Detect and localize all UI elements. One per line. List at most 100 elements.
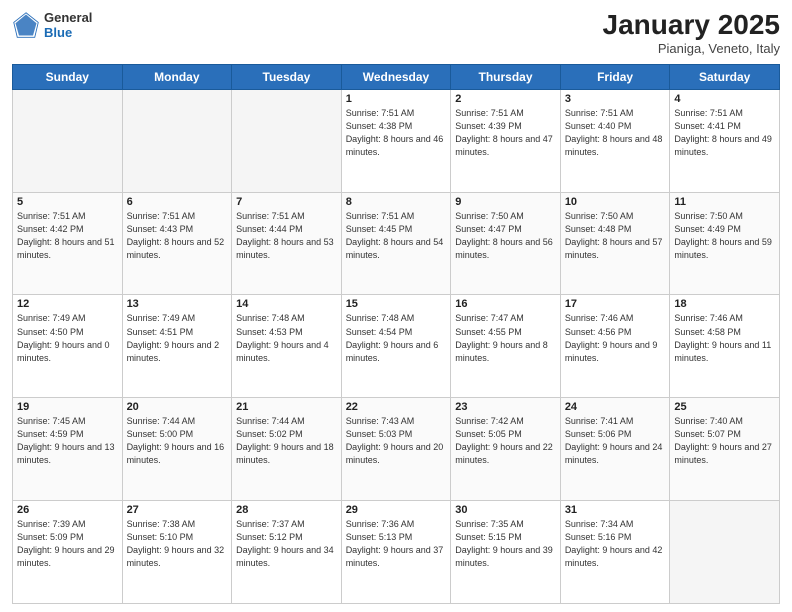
days-row: Sunday Monday Tuesday Wednesday Thursday… [13,64,780,89]
day-number: 19 [17,401,118,413]
calendar-cell: 13Sunrise: 7:49 AM Sunset: 4:51 PM Dayli… [122,295,232,398]
calendar-cell: 22 Sunrise: 7:43 AM Sunset: 5:03 PM Dayli… [341,398,451,501]
logo-general-text: General [44,10,92,25]
calendar-cell: 30 Sunrise: 7:35 AM Sunset: 5:15 PM Dayli… [451,501,561,604]
calendar-cell: 1 Sunrise: 7:51 AM Sunset: 4:38 PM Daylig… [341,89,451,192]
day-info: Sunrise: 7:42 AM Sunset: 5:05 PM Dayligh… [455,415,556,467]
day-number: 31 [565,504,666,516]
day-number: 23 [455,401,556,413]
day-number: 5 [17,196,118,208]
calendar-table: Sunday Monday Tuesday Wednesday Thursday… [12,64,780,604]
calendar-cell: 24 Sunrise: 7:41 AM Sunset: 5:06 PM Dayli… [560,398,670,501]
col-friday: Friday [560,64,670,89]
day-number: 30 [455,504,556,516]
col-wednesday: Wednesday [341,64,451,89]
day-info: Sunrise: 7:51 AM Sunset: 4:44 PM Dayligh… [236,210,337,262]
calendar-cell: 15Sunrise: 7:48 AM Sunset: 4:54 PM Dayli… [341,295,451,398]
day-number: 3 [565,93,666,105]
logo-blue-text: Blue [44,25,92,40]
day-number: 13 [127,298,228,310]
month-title: January 2025 [603,10,780,41]
calendar-cell: 25 Sunrise: 7:40 AM Sunset: 5:07 PM Dayli… [670,398,780,501]
day-info: Sunrise: 7:46 AM Sunset: 4:56 PM Dayligh… [565,312,666,364]
day-info: Sunrise: 7:51 AM Sunset: 4:42 PM Dayligh… [17,210,118,262]
day-info: Sunrise: 7:46 AM Sunset: 4:58 PM Dayligh… [674,312,775,364]
day-info: Sunrise: 7:40 AM Sunset: 5:07 PM Dayligh… [674,415,775,467]
calendar-cell: 29 Sunrise: 7:36 AM Sunset: 5:13 PM Dayli… [341,501,451,604]
calendar-cell: 2Sunrise: 7:51 AM Sunset: 4:39 PM Daylig… [451,89,561,192]
calendar-week-2: 5 Sunrise: 7:51 AM Sunset: 4:42 PM Daylig… [13,192,780,295]
day-number: 12 [17,298,118,310]
day-info: Sunrise: 7:44 AM Sunset: 5:02 PM Dayligh… [236,415,337,467]
calendar-cell: 17 Sunrise: 7:46 AM Sunset: 4:56 PM Dayli… [560,295,670,398]
day-number: 1 [346,93,447,105]
calendar-cell: 8Sunrise: 7:51 AM Sunset: 4:45 PM Daylig… [341,192,451,295]
calendar-cell [122,89,232,192]
day-info: Sunrise: 7:36 AM Sunset: 5:13 PM Dayligh… [346,518,447,570]
calendar-cell: 31Sunrise: 7:34 AM Sunset: 5:16 PM Dayli… [560,501,670,604]
day-number: 2 [455,93,556,105]
col-sunday: Sunday [13,64,123,89]
day-number: 15 [346,298,447,310]
day-info: Sunrise: 7:44 AM Sunset: 5:00 PM Dayligh… [127,415,228,467]
calendar-cell: 11 Sunrise: 7:50 AM Sunset: 4:49 PM Dayli… [670,192,780,295]
day-info: Sunrise: 7:51 AM Sunset: 4:38 PM Dayligh… [346,107,447,159]
day-number: 7 [236,196,337,208]
calendar-cell: 7 Sunrise: 7:51 AM Sunset: 4:44 PM Daylig… [232,192,342,295]
day-number: 4 [674,93,775,105]
calendar-cell: 21Sunrise: 7:44 AM Sunset: 5:02 PM Dayli… [232,398,342,501]
day-info: Sunrise: 7:35 AM Sunset: 5:15 PM Dayligh… [455,518,556,570]
logo-icon [12,11,40,39]
location-subtitle: Pianiga, Veneto, Italy [603,41,780,56]
day-info: Sunrise: 7:50 AM Sunset: 4:48 PM Dayligh… [565,210,666,262]
col-thursday: Thursday [451,64,561,89]
day-info: Sunrise: 7:50 AM Sunset: 4:49 PM Dayligh… [674,210,775,262]
calendar-week-5: 26 Sunrise: 7:39 AM Sunset: 5:09 PM Dayli… [13,501,780,604]
calendar-cell: 23 Sunrise: 7:42 AM Sunset: 5:05 PM Dayli… [451,398,561,501]
day-info: Sunrise: 7:51 AM Sunset: 4:40 PM Dayligh… [565,107,666,159]
calendar-cell: 20Sunrise: 7:44 AM Sunset: 5:00 PM Dayli… [122,398,232,501]
col-monday: Monday [122,64,232,89]
calendar-cell: 4Sunrise: 7:51 AM Sunset: 4:41 PM Daylig… [670,89,780,192]
day-number: 11 [674,196,775,208]
day-number: 16 [455,298,556,310]
col-tuesday: Tuesday [232,64,342,89]
day-info: Sunrise: 7:37 AM Sunset: 5:12 PM Dayligh… [236,518,337,570]
page-container: General Blue January 2025 Pianiga, Venet… [0,0,792,612]
calendar-cell [13,89,123,192]
calendar-cell: 28 Sunrise: 7:37 AM Sunset: 5:12 PM Dayli… [232,501,342,604]
calendar-cell: 10Sunrise: 7:50 AM Sunset: 4:48 PM Dayli… [560,192,670,295]
day-number: 25 [674,401,775,413]
day-info: Sunrise: 7:50 AM Sunset: 4:47 PM Dayligh… [455,210,556,262]
day-number: 28 [236,504,337,516]
calendar-cell: 5 Sunrise: 7:51 AM Sunset: 4:42 PM Daylig… [13,192,123,295]
day-number: 9 [455,196,556,208]
calendar-cell: 18 Sunrise: 7:46 AM Sunset: 4:58 PM Dayli… [670,295,780,398]
calendar-cell [232,89,342,192]
day-info: Sunrise: 7:48 AM Sunset: 4:53 PM Dayligh… [236,312,337,364]
day-number: 18 [674,298,775,310]
day-number: 17 [565,298,666,310]
day-info: Sunrise: 7:41 AM Sunset: 5:06 PM Dayligh… [565,415,666,467]
calendar-week-3: 12 Sunrise: 7:49 AM Sunset: 4:50 PM Dayli… [13,295,780,398]
calendar-cell: 26 Sunrise: 7:39 AM Sunset: 5:09 PM Dayli… [13,501,123,604]
day-info: Sunrise: 7:51 AM Sunset: 4:43 PM Dayligh… [127,210,228,262]
logo: General Blue [12,10,92,40]
col-saturday: Saturday [670,64,780,89]
calendar-header: Sunday Monday Tuesday Wednesday Thursday… [13,64,780,89]
calendar-body: 1 Sunrise: 7:51 AM Sunset: 4:38 PM Daylig… [13,89,780,603]
day-number: 22 [346,401,447,413]
calendar-cell: 3 Sunrise: 7:51 AM Sunset: 4:40 PM Daylig… [560,89,670,192]
day-info: Sunrise: 7:47 AM Sunset: 4:55 PM Dayligh… [455,312,556,364]
day-number: 24 [565,401,666,413]
day-info: Sunrise: 7:45 AM Sunset: 4:59 PM Dayligh… [17,415,118,467]
day-number: 26 [17,504,118,516]
day-info: Sunrise: 7:49 AM Sunset: 4:50 PM Dayligh… [17,312,118,364]
day-number: 29 [346,504,447,516]
day-info: Sunrise: 7:43 AM Sunset: 5:03 PM Dayligh… [346,415,447,467]
day-number: 8 [346,196,447,208]
calendar-cell: 14 Sunrise: 7:48 AM Sunset: 4:53 PM Dayli… [232,295,342,398]
day-number: 14 [236,298,337,310]
day-info: Sunrise: 7:39 AM Sunset: 5:09 PM Dayligh… [17,518,118,570]
day-number: 6 [127,196,228,208]
